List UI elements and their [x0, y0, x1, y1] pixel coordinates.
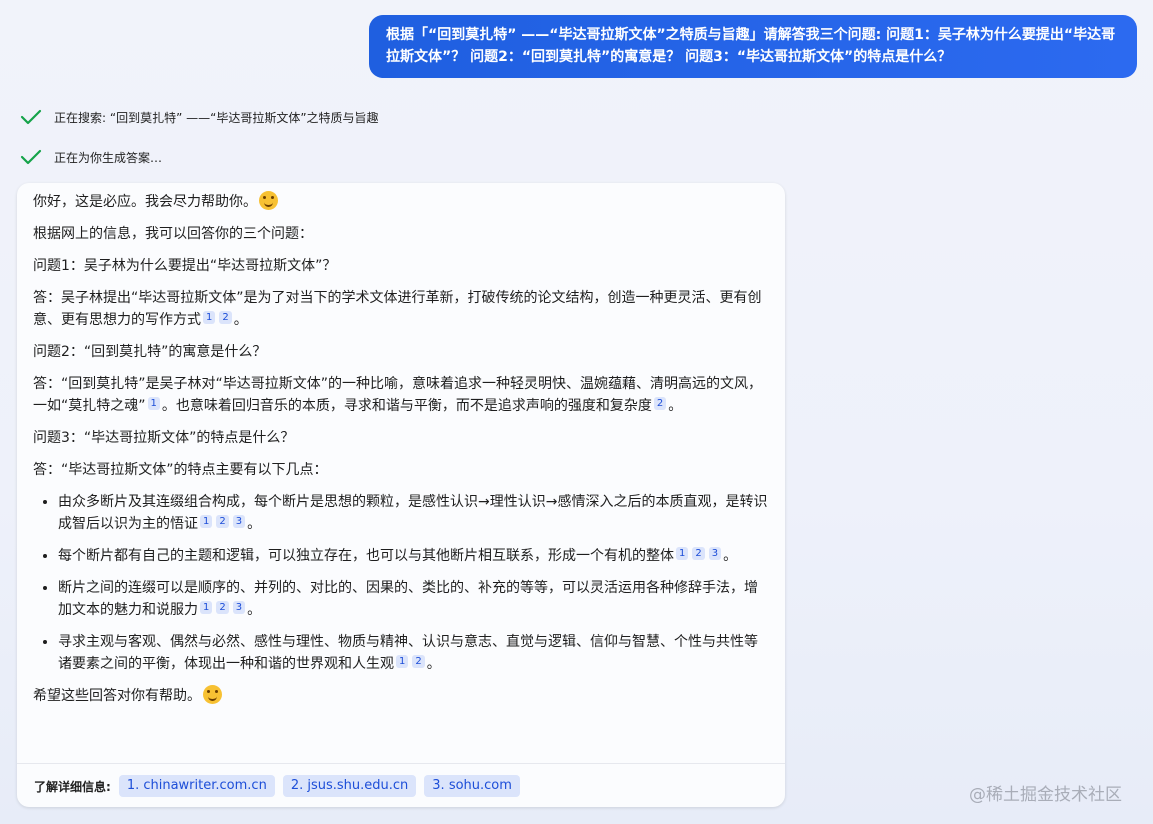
citation-link[interactable]: 2 [216, 515, 229, 528]
user-message-bubble: 根据「“回到莫扎特” ——“毕达哥拉斯文体”之特质与旨趣」请解答我三个问题: 问… [369, 15, 1137, 78]
answer-greeting: 你好，这是必应。我会尽力帮助你。 [33, 191, 769, 213]
smile-emoji-icon [203, 685, 222, 704]
citation-link[interactable]: 2 [216, 601, 229, 614]
answer-2: 答：“回到莫扎特”是吴子林对“毕达哥拉斯文体”的一种比喻，意味着追求一种轻灵明快… [33, 376, 763, 414]
source-link-chinawriter[interactable]: 1. chinawriter.com.cn [118, 775, 275, 797]
watermark: @稀土掘金技术社区 [969, 785, 1122, 805]
citation-link[interactable]: 2 [219, 311, 232, 324]
status-generating: 正在为你生成答案… [20, 146, 162, 168]
status-searching-text: 正在搜索: “回到莫扎特” ——“毕达哥拉斯文体”之特质与旨趣 [54, 110, 379, 125]
list-item: 断片之间的连缀可以是顺序的、并列的、对比的、因果的、类比的、补充的等等，可以灵活… [58, 577, 769, 621]
citation-link[interactable]: 1 [203, 311, 216, 324]
learn-more-label: 了解详细信息: [34, 779, 111, 794]
question-2: 问题2：“回到莫扎特”的寓意是什么？ [33, 344, 267, 360]
answer-3-intro: 答：“毕达哥拉斯文体”的特点主要有以下几点： [33, 462, 328, 478]
divider [17, 763, 785, 764]
citation-link[interactable]: 1 [676, 547, 689, 560]
citation-link[interactable]: 3 [232, 515, 246, 528]
answer-body: 你好，这是必应。我会尽力帮助你。 根据网上的信息，我可以回答你的三个问题： 问题… [33, 191, 769, 717]
list-item: 由众多断片及其连缀组合构成，每个断片是思想的颗粒，是感性认识→理性认识→感情深入… [58, 491, 769, 535]
list-item: 寻求主观与客观、偶然与必然、感性与理性、物质与精神、认识与意志、直觉与逻辑、信仰… [58, 631, 769, 675]
question-1: 问题1：吴子林为什么要提出“毕达哥拉斯文体”？ [33, 258, 337, 274]
learn-more-row: 了解详细信息: 1. chinawriter.com.cn 2. jsus.sh… [34, 775, 528, 797]
citation-link[interactable]: 1 [200, 515, 213, 528]
citation-link[interactable]: 1 [200, 601, 213, 614]
answer-intro: 根据网上的信息，我可以回答你的三个问题： [33, 226, 313, 242]
status-generating-text: 正在为你生成答案… [54, 150, 163, 165]
status-searching: 正在搜索: “回到莫扎特” ——“毕达哥拉斯文体”之特质与旨趣 [20, 106, 379, 128]
citation-link[interactable]: 2 [412, 655, 425, 668]
list-item: 每个断片都有自己的主题和逻辑，可以独立存在，也可以与其他断片相互联系，形成一个有… [58, 545, 769, 567]
citation-link[interactable]: 2 [692, 547, 705, 560]
answer-3-points: 由众多断片及其连缀组合构成，每个断片是思想的颗粒，是感性认识→理性认识→感情深入… [33, 491, 769, 675]
source-link-sohu[interactable]: 3. sohu.com [424, 775, 520, 797]
citation-link[interactable]: 2 [653, 397, 667, 410]
check-icon [20, 149, 42, 165]
answer-closing: 希望这些回答对你有帮助。 [33, 685, 769, 707]
check-icon [20, 109, 42, 125]
question-3: 问题3：“毕达哥拉斯文体”的特点是什么？ [33, 430, 295, 446]
citation-link[interactable]: 1 [396, 655, 409, 668]
source-link-jsus[interactable]: 2. jsus.shu.edu.cn [282, 775, 417, 797]
citation-link[interactable]: 3 [708, 547, 722, 560]
citation-link[interactable]: 1 [147, 397, 160, 410]
answer-card: 你好，这是必应。我会尽力帮助你。 根据网上的信息，我可以回答你的三个问题： 问题… [17, 183, 785, 807]
citation-link[interactable]: 3 [232, 601, 246, 614]
smile-emoji-icon [259, 191, 278, 210]
answer-1: 答：吴子林提出“毕达哥拉斯文体”是为了对当下的学术文体进行革新，打破传统的论文结… [33, 290, 762, 328]
